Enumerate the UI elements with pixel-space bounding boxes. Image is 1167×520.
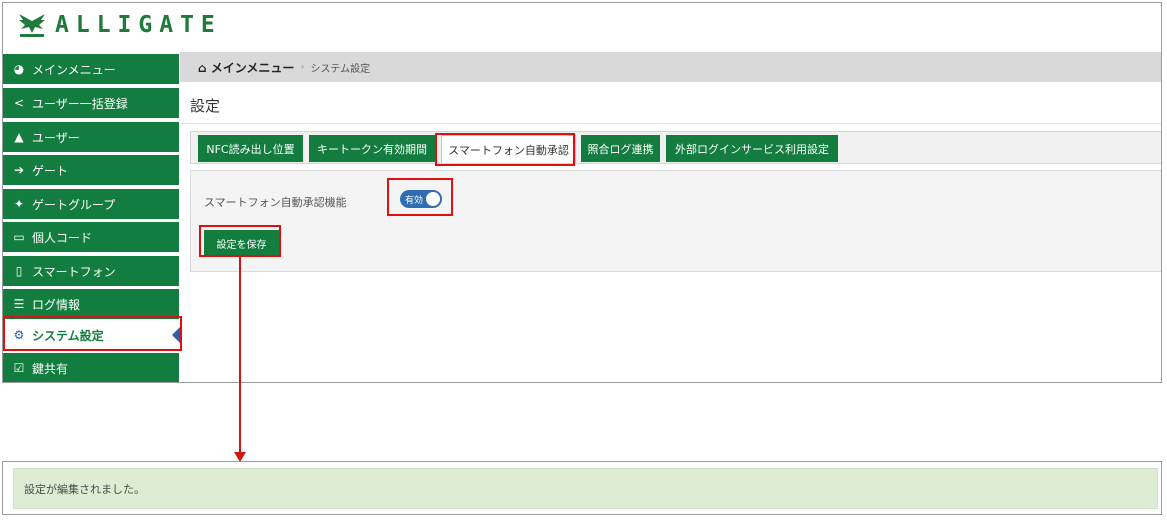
sidebar-item-label: ユーザー [32, 130, 80, 145]
sidebar-item-gates[interactable]: ➔ ゲート [3, 155, 179, 185]
brand-logo[interactable]: ALLIGATE [17, 11, 222, 39]
top-bar: ALLIGATE [3, 3, 1161, 52]
sidebar-item-label: ユーザー一括登録 [32, 96, 128, 111]
brand-name: ALLIGATE [55, 12, 222, 38]
tab-nfc-read-position[interactable]: NFC読み出し位置 [198, 135, 303, 162]
breadcrumb-separator: › [300, 61, 305, 73]
user-icon: ▲ [14, 130, 24, 144]
tab-label: NFC読み出し位置 [206, 142, 295, 156]
success-flash-message: 設定が編集されました。 [13, 468, 1158, 509]
dashboard-icon: ◕ [13, 62, 25, 76]
sign-in-icon: ➔ [13, 163, 25, 177]
sidebar-item-gate-groups[interactable]: ✦ ゲートグループ [3, 189, 179, 219]
sidebar-item-label: ゲートグループ [32, 197, 116, 212]
sidebar-item-label: スマートフォン [32, 264, 116, 279]
highlight-sidebar-system-settings [3, 316, 182, 351]
sidebar-item-label: メインメニュー [32, 62, 116, 77]
users-icon: ✦ [13, 197, 25, 211]
settings-tabs: NFC読み出し位置 キートークン有効期間 スマートフォン自動承認 照合ログ連携 … [190, 131, 1161, 164]
sidebar-item-key-sharing[interactable]: ☑ 鍵共有 [3, 353, 179, 382]
page-title: 設定 [190, 97, 221, 115]
sidebar-item-label: ログ情報 [32, 297, 81, 312]
share-icon: < [13, 96, 25, 110]
tab-verification-log-integration[interactable]: 照合ログ連携 [581, 135, 660, 162]
tab-label: 照合ログ連携 [587, 142, 654, 156]
breadcrumb: ⌂ メインメニュー › システム設定 [180, 52, 1161, 82]
highlight-toggle [387, 178, 453, 216]
highlight-tab-smartphone [435, 133, 575, 166]
highlight-save-button [199, 225, 281, 257]
check-square-icon: ☑ [13, 361, 25, 375]
tab-label: 外部ログインサービス利用設定 [675, 142, 829, 156]
home-icon: ⌂ [198, 60, 211, 75]
sidebar-item-users[interactable]: ▲ ユーザー [3, 122, 179, 152]
setting-label: スマートフォン自動承認機能 [204, 196, 347, 209]
settings-panel: スマートフォン自動承認機能 有効 設定を保存 [190, 170, 1161, 272]
result-frame: 設定が編集されました。 [2, 461, 1162, 515]
list-icon: ☰ [13, 297, 25, 311]
divider [180, 123, 1161, 124]
id-card-icon: ▭ [13, 230, 25, 244]
sidebar-item-bulk-user-registration[interactable]: < ユーザー一括登録 [3, 88, 179, 118]
sidebar-item-main-menu[interactable]: ◕ メインメニュー [3, 54, 179, 84]
tab-key-token-validity[interactable]: キートークン有効期間 [309, 135, 435, 162]
main-content: ⌂ メインメニュー › システム設定 設定 NFC読み出し位置 キートークン有効… [180, 52, 1161, 382]
alligator-logo-icon [19, 14, 45, 37]
tab-external-login-service[interactable]: 外部ログインサービス利用設定 [666, 135, 838, 162]
tab-label: キートークン有効期間 [317, 142, 427, 156]
breadcrumb-home[interactable]: ⌂ メインメニュー [198, 59, 294, 76]
sidebar-item-label: 鍵共有 [32, 361, 69, 376]
sidebar-item-log-info[interactable]: ☰ ログ情報 [3, 289, 179, 319]
flash-text: 設定が編集されました。 [24, 482, 145, 496]
breadcrumb-home-label: メインメニュー [210, 60, 295, 75]
annotation-arrow-line [239, 256, 241, 454]
mobile-icon: ▯ [15, 264, 23, 278]
sidebar-item-label: ゲート [32, 163, 69, 178]
sidebar-item-smartphone[interactable]: ▯ スマートフォン [3, 256, 179, 286]
breadcrumb-current: システム設定 [310, 63, 371, 75]
sidebar-item-personal-code[interactable]: ▭ 個人コード [3, 222, 179, 252]
sidebar-item-label: 個人コード [32, 230, 93, 245]
